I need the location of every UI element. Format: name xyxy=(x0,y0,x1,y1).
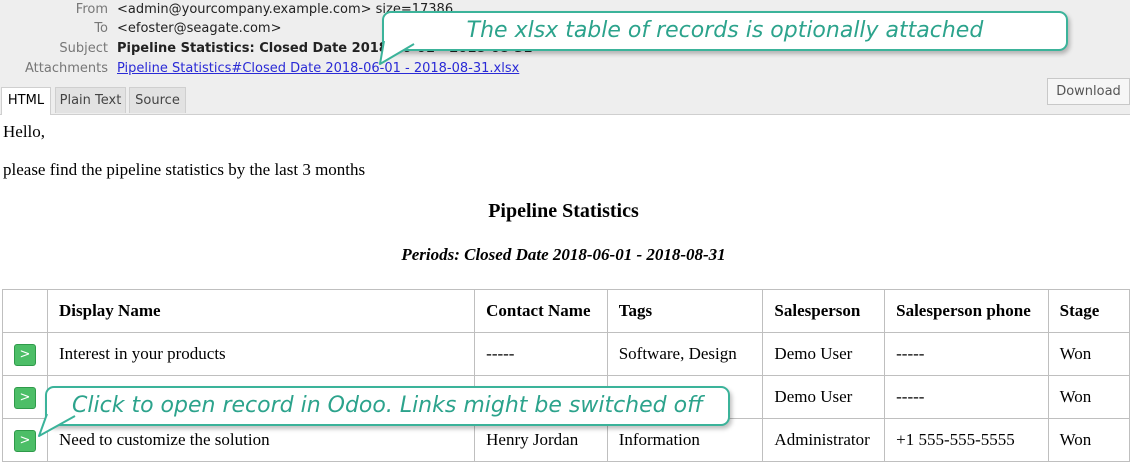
attachment-callout-pointer xyxy=(379,40,415,65)
header-stage: Stage xyxy=(1047,289,1130,333)
to-value: <efoster@seagate.com> xyxy=(117,21,282,36)
cell-stage: Won xyxy=(1047,418,1130,462)
cell-salesperson-phone: ----- xyxy=(884,332,1049,376)
cell-salesperson-phone: ----- xyxy=(884,375,1049,419)
from-label: From xyxy=(75,2,108,17)
cell-salesperson: Demo User xyxy=(762,375,886,419)
download-button[interactable]: Download xyxy=(1047,78,1130,105)
header-display-name: Display Name xyxy=(46,289,476,333)
header-open-column xyxy=(2,289,48,333)
open-cell: > xyxy=(2,332,48,376)
open-record-callout-pointer xyxy=(38,413,76,437)
cell-contact-name: ----- xyxy=(474,332,608,376)
header-contact-name: Contact Name xyxy=(474,289,608,333)
cell-salesperson: Administrator xyxy=(762,418,886,462)
intro-text: please find the pipeline statistics by t… xyxy=(3,160,366,179)
header-tags: Tags xyxy=(606,289,764,333)
open-record-button[interactable]: > xyxy=(14,343,36,366)
cell-salesperson-phone: +1 555-555-5555 xyxy=(884,418,1049,462)
header-salesperson-phone: Salesperson phone xyxy=(884,289,1049,333)
attachment-callout: The xlsx table of records is optionally … xyxy=(382,11,1068,51)
tab-source[interactable]: Source xyxy=(129,87,186,113)
cell-display-name: Interest in your products xyxy=(46,332,476,376)
subject-label: Subject xyxy=(59,41,108,56)
tab-plain-text[interactable]: Plain Text xyxy=(55,87,126,113)
to-label: To xyxy=(94,21,108,36)
pipeline-table: Display Name Contact Name Tags Salespers… xyxy=(2,289,1130,462)
attachment-link[interactable]: Pipeline Statistics#Closed Date 2018-06-… xyxy=(117,59,519,79)
attachments-label: Attachments xyxy=(25,61,108,76)
cell-stage: Won xyxy=(1047,332,1130,376)
cell-salesperson: Demo User xyxy=(762,332,886,376)
report-title: Pipeline Statistics xyxy=(488,200,639,222)
table-header-row: Display Name Contact Name Tags Salespers… xyxy=(2,289,1130,333)
report-period: Periods: Closed Date 2018-06-01 - 2018-0… xyxy=(401,245,726,264)
header-salesperson: Salesperson xyxy=(762,289,886,333)
cell-tags: Software, Design xyxy=(606,332,764,376)
cell-stage: Won xyxy=(1047,375,1130,419)
tab-html[interactable]: HTML xyxy=(1,87,51,115)
open-record-callout: Click to open record in Odoo. Links migh… xyxy=(45,386,730,426)
greeting-text: Hello, xyxy=(3,122,46,141)
open-record-button[interactable]: > xyxy=(14,386,36,409)
table-row: > Interest in your products ----- Softwa… xyxy=(2,332,1130,376)
